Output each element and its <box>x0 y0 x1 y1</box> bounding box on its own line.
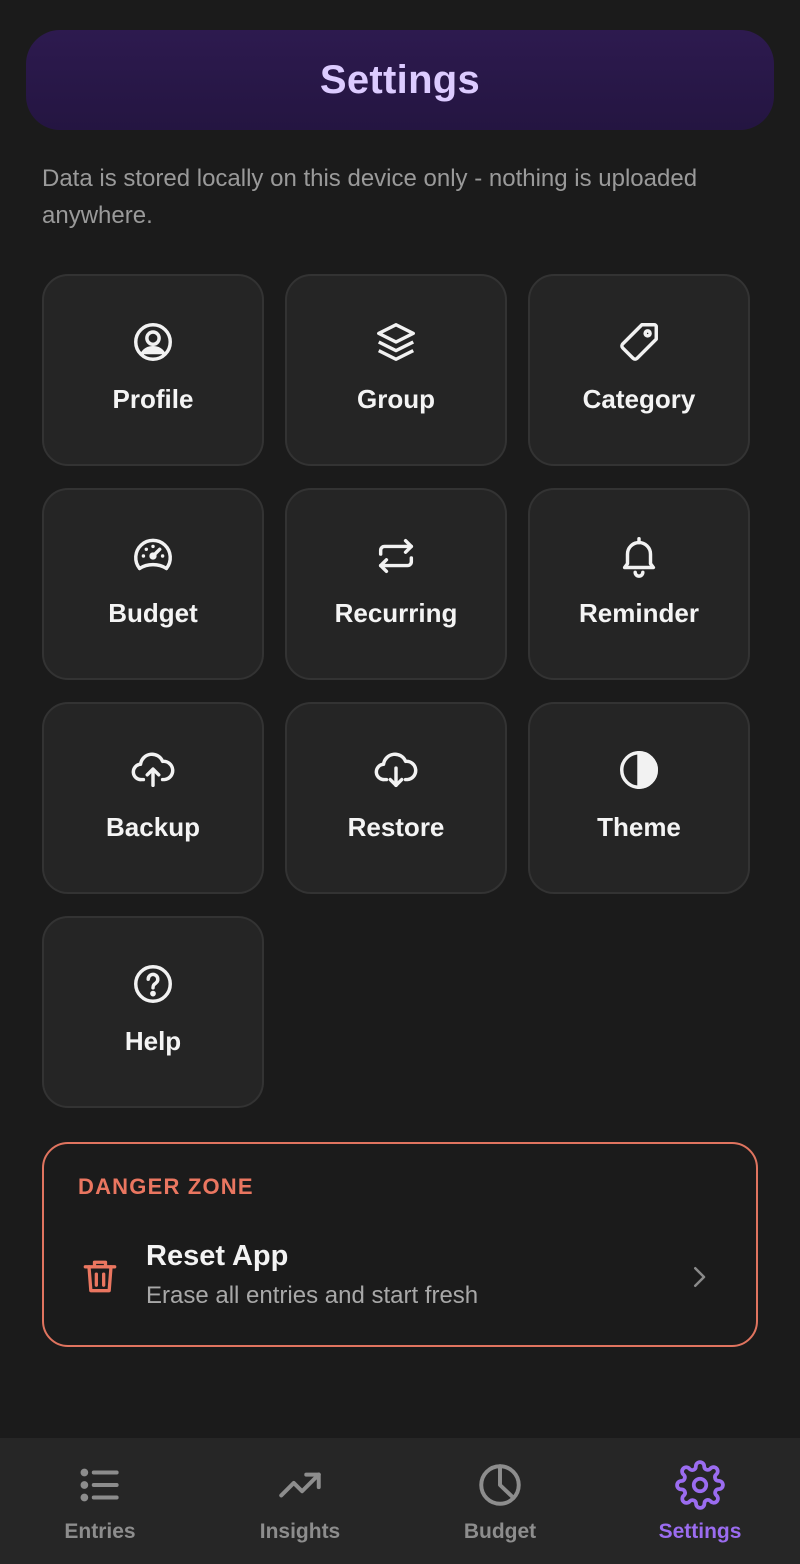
cloud-upload-icon <box>129 746 177 794</box>
list-icon <box>80 1468 119 1502</box>
nav-budget[interactable]: Budget <box>400 1438 600 1564</box>
danger-zone-title: DANGER ZONE <box>78 1174 254 1199</box>
reset-app-subtitle: Erase all entries and start fresh <box>146 1282 479 1309</box>
nav-label: Insights <box>259 1520 341 1543</box>
repeat-icon <box>372 532 420 580</box>
nav-label: Settings <box>658 1520 742 1543</box>
tile-label: Reminder <box>579 598 699 628</box>
nav-label: Entries <box>64 1520 136 1543</box>
tag-icon <box>615 318 663 366</box>
cloud-download-icon <box>372 746 420 794</box>
tile-label: Restore <box>347 812 445 842</box>
tile-label: Group <box>357 384 435 414</box>
tile-restore[interactable]: Restore <box>285 702 507 894</box>
reset-app-row[interactable]: Reset App Erase all entries and start fr… <box>44 1232 756 1322</box>
header-bar: Settings <box>26 30 774 130</box>
gauge-icon <box>129 532 177 580</box>
tile-recurring[interactable]: Recurring <box>285 488 507 680</box>
bell-icon <box>615 532 663 580</box>
tile-reminder[interactable]: Reminder <box>528 488 750 680</box>
tile-label: Budget <box>108 598 198 628</box>
tile-theme[interactable]: Theme <box>528 702 750 894</box>
privacy-notice: Data is stored locally on this device on… <box>42 165 698 229</box>
contrast-icon <box>615 746 663 794</box>
gear-icon <box>675 1460 725 1510</box>
nav-entries[interactable]: Entries <box>0 1438 200 1564</box>
bottom-navigation: Entries Insights Budget Settings <box>0 1438 800 1564</box>
stack-icon <box>372 318 420 366</box>
danger-zone: DANGER ZONE Reset App Erase all entries … <box>42 1142 758 1347</box>
tile-label: Category <box>582 384 696 414</box>
reset-app-title: Reset App <box>146 1240 289 1272</box>
pie-icon <box>479 1464 521 1506</box>
tile-group[interactable]: Group <box>285 274 507 466</box>
tile-backup[interactable]: Backup <box>42 702 264 894</box>
page-title: Settings <box>319 57 481 102</box>
tile-label: Help <box>124 1026 182 1056</box>
chevron-right-icon <box>694 1267 706 1287</box>
tile-label: Theme <box>597 812 681 842</box>
nav-settings[interactable]: Settings <box>600 1438 800 1564</box>
help-circle-icon <box>129 960 177 1008</box>
trend-up-icon <box>279 1472 321 1498</box>
tile-budget[interactable]: Budget <box>42 488 264 680</box>
settings-screen: Settings Data is stored locally on this … <box>0 0 800 1564</box>
nav-insights[interactable]: Insights <box>200 1438 400 1564</box>
tile-help[interactable]: Help <box>42 916 264 1108</box>
trash-icon <box>83 1260 117 1293</box>
tile-category[interactable]: Category <box>528 274 750 466</box>
nav-label: Budget <box>463 1520 537 1543</box>
tile-label: Backup <box>106 812 200 842</box>
user-circle-icon <box>129 318 177 366</box>
tile-label: Recurring <box>334 598 458 628</box>
tile-profile[interactable]: Profile <box>42 274 264 466</box>
tile-label: Profile <box>112 384 194 414</box>
